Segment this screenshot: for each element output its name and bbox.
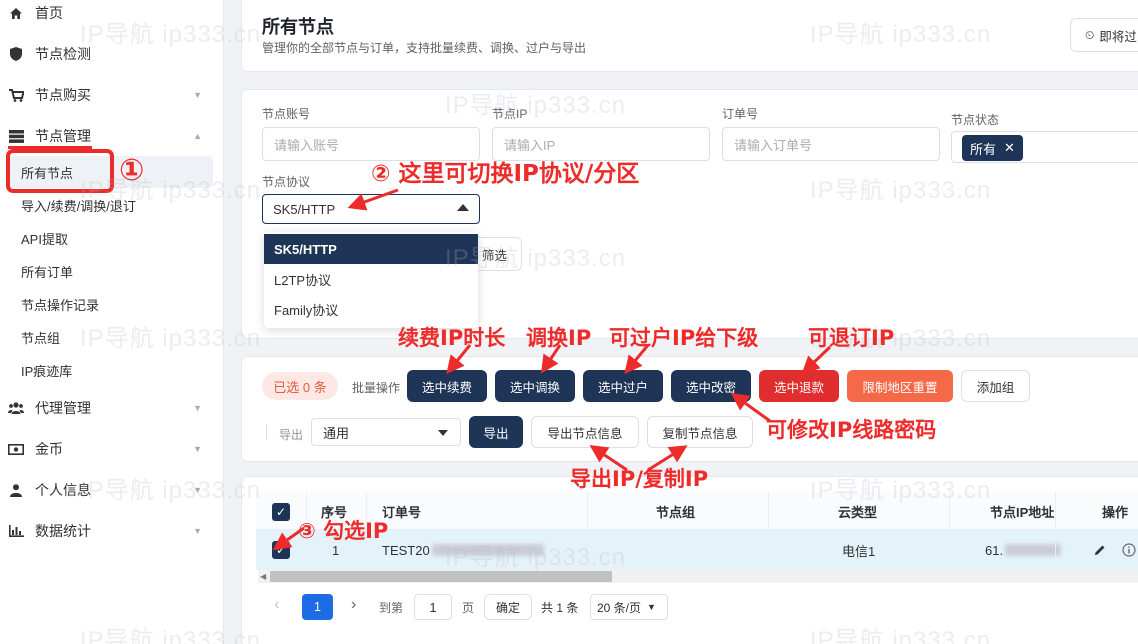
annotation-arrows (272, 188, 832, 551)
